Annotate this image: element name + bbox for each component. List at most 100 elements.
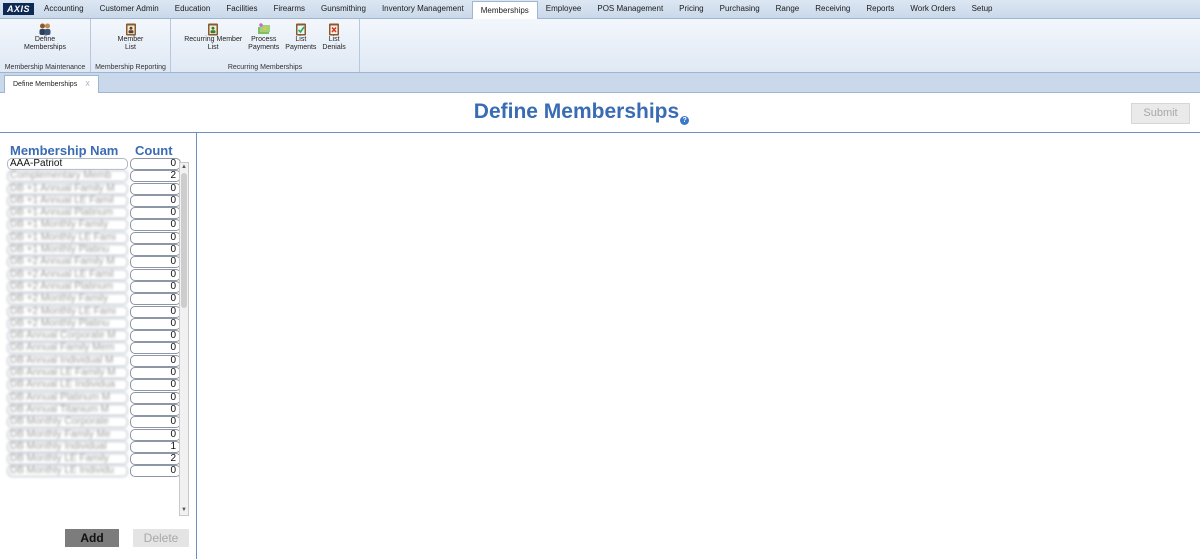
membership-name-field[interactable]: DB Monthly LE Family [7, 453, 128, 466]
list-row[interactable]: DB Monthly Corporate 0 [7, 416, 189, 429]
membership-name-field[interactable]: DB Annual Corporate M [7, 330, 128, 343]
list-row[interactable]: DB Monthly Individual 1 [7, 440, 189, 453]
menu-item-memberships[interactable]: Memberships [471, 1, 538, 19]
membership-name-field[interactable]: DB +1 Monthly Platinu [7, 244, 128, 257]
membership-name-field[interactable]: DB +1 Monthly Family [7, 219, 128, 232]
list-row[interactable]: DB +1 Annual LE Famil 0 [7, 194, 189, 207]
list-scrollbar[interactable]: ▲ ▼ [179, 162, 189, 516]
membership-name-field[interactable]: DB +1 Monthly LE Fami [7, 231, 128, 244]
list-row[interactable]: DB Monthly LE Family 2 [7, 453, 189, 466]
list-row[interactable]: DB Monthly Family Me 0 [7, 428, 189, 441]
list-row[interactable]: AAA-Patriot 0 [7, 158, 189, 170]
list-row[interactable]: DB +1 Monthly Family 0 [7, 219, 189, 232]
membership-count-field: 0 [130, 158, 181, 170]
menu-item-customer-admin[interactable]: Customer Admin [92, 0, 167, 18]
membership-count-field: 0 [130, 416, 181, 429]
list-payments-button[interactable]: List Payments [282, 19, 319, 63]
list-row[interactable]: DB +2 Annual Family M0 [7, 256, 189, 269]
membership-name-field[interactable]: AAA-Patriot [7, 158, 128, 170]
define-memberships-button[interactable]: Define Memberships [21, 19, 69, 63]
list-row[interactable]: DB +1 Annual Family M0 [7, 182, 189, 195]
menu-item-inventory-management[interactable]: Inventory Management [374, 0, 472, 18]
ribbon-group-membership-maintenance: Define Memberships Membership Maintenanc… [0, 19, 91, 72]
membership-name-field[interactable]: DB Annual Platinum M [7, 391, 128, 404]
membership-count-field: 0 [130, 268, 181, 281]
membership-name-field[interactable]: DB Monthly Corporate [7, 416, 128, 429]
menu-item-range[interactable]: Range [768, 0, 808, 18]
menu-item-setup[interactable]: Setup [964, 0, 1001, 18]
help-icon[interactable]: ? [680, 116, 690, 125]
membership-count-field: 0 [130, 403, 181, 416]
menu-item-receiving[interactable]: Receiving [807, 0, 858, 18]
membership-name-field[interactable]: DB Monthly Individual [7, 440, 128, 453]
membership-count-field: 0 [130, 354, 181, 367]
list-row[interactable]: DB Annual LE Family M0 [7, 367, 189, 380]
membership-name-field[interactable]: DB +2 Monthly LE Fami [7, 305, 128, 318]
menu-item-gunsmithing[interactable]: Gunsmithing [313, 0, 374, 18]
membership-count-field: 0 [130, 317, 181, 330]
recurring-member-list-button[interactable]: Recurring Member List [181, 19, 245, 63]
clipboard-icon [124, 22, 138, 36]
membership-name-field[interactable]: DB Annual Individual M [7, 354, 128, 367]
delete-button[interactable]: Delete [133, 529, 189, 547]
list-denials-button[interactable]: List Denials [319, 19, 348, 63]
membership-name-field[interactable]: Complementary Memb [7, 170, 128, 183]
menu-item-purchasing[interactable]: Purchasing [712, 0, 768, 18]
membership-name-field[interactable]: DB +1 Annual Platinum [7, 207, 128, 220]
membership-name-field[interactable]: DB +2 Annual LE Famil [7, 268, 128, 281]
menu-item-education[interactable]: Education [167, 0, 219, 18]
menu-item-accounting[interactable]: Accounting [36, 0, 92, 18]
membership-name-field[interactable]: DB +2 Annual Family M [7, 256, 128, 269]
list-row[interactable]: DB Annual Individual M0 [7, 354, 189, 367]
main-menu: Accounting Customer Admin Education Facilit… [36, 0, 1001, 19]
list-row[interactable]: DB +2 Monthly Family 0 [7, 293, 189, 306]
tab-define-memberships[interactable]: Define Memberships X [4, 75, 99, 93]
membership-name-field[interactable]: DB Monthly Family Me [7, 428, 128, 441]
payments-icon [257, 22, 271, 36]
scroll-up-icon[interactable]: ▲ [180, 163, 188, 172]
membership-name-field[interactable]: DB +2 Monthly Family [7, 293, 128, 306]
membership-name-field[interactable]: DB +1 Annual LE Famil [7, 194, 128, 207]
count-header: Count [135, 143, 173, 158]
list-row[interactable]: DB +2 Monthly LE Fami 0 [7, 305, 189, 318]
membership-name-field[interactable]: DB Annual Family Mem [7, 342, 128, 355]
membership-name-field[interactable]: DB Annual Titanium M [7, 403, 128, 416]
add-button[interactable]: Add [65, 529, 119, 547]
submit-button[interactable]: Submit [1131, 103, 1190, 124]
menu-item-pos-management[interactable]: POS Management [589, 0, 671, 18]
process-payments-button[interactable]: Process Payments [245, 19, 282, 63]
menu-item-firearms[interactable]: Firearms [265, 0, 313, 18]
menu-item-reports[interactable]: Reports [858, 0, 902, 18]
membership-count-field: 0 [130, 305, 181, 318]
close-icon[interactable]: X [85, 81, 90, 88]
list-row[interactable]: DB Annual Corporate M0 [7, 330, 189, 343]
membership-name-field[interactable]: DB Monthly LE Individu [7, 465, 128, 478]
list-row[interactable]: DB +2 Annual Platinum 0 [7, 280, 189, 293]
membership-count-field: 0 [130, 330, 181, 343]
list-row[interactable]: DB +2 Annual LE Famil 0 [7, 268, 189, 281]
membership-name-field[interactable]: DB +1 Annual Family M [7, 182, 128, 195]
menu-item-work-orders[interactable]: Work Orders [902, 0, 963, 18]
list-row[interactable]: Complementary Memb 2 [7, 170, 189, 183]
menu-item-pricing[interactable]: Pricing [671, 0, 711, 18]
membership-name-field[interactable]: DB +2 Annual Platinum [7, 280, 128, 293]
list-row[interactable]: DB Monthly LE Individu 0 [7, 465, 189, 478]
list-row[interactable]: DB +1 Monthly LE Fami 0 [7, 231, 189, 244]
list-row[interactable]: DB +1 Annual Platinum 0 [7, 207, 189, 220]
list-row[interactable]: DB Annual Family Mem 0 [7, 342, 189, 355]
scroll-thumb[interactable] [181, 173, 187, 308]
list-row[interactable]: DB Annual Titanium M0 [7, 403, 189, 416]
list-row[interactable]: DB Annual Platinum M0 [7, 391, 189, 404]
list-row[interactable]: DB Annual LE Individua 0 [7, 379, 189, 392]
checklist-icon [294, 22, 308, 36]
menu-item-facilities[interactable]: Facilities [218, 0, 265, 18]
membership-name-field[interactable]: DB Annual LE Family M [7, 367, 128, 380]
membership-name-field[interactable]: DB Annual LE Individua [7, 379, 128, 392]
list-row[interactable]: DB +2 Monthly Platinu 0 [7, 317, 189, 330]
scroll-down-icon[interactable]: ▼ [180, 506, 188, 515]
menu-item-employee[interactable]: Employee [538, 0, 590, 18]
list-row[interactable]: DB +1 Monthly Platinu 0 [7, 244, 189, 257]
membership-name-field[interactable]: DB +2 Monthly Platinu [7, 317, 128, 330]
member-list-button[interactable]: Member List [115, 19, 147, 63]
membership-count-field: 0 [130, 256, 181, 269]
